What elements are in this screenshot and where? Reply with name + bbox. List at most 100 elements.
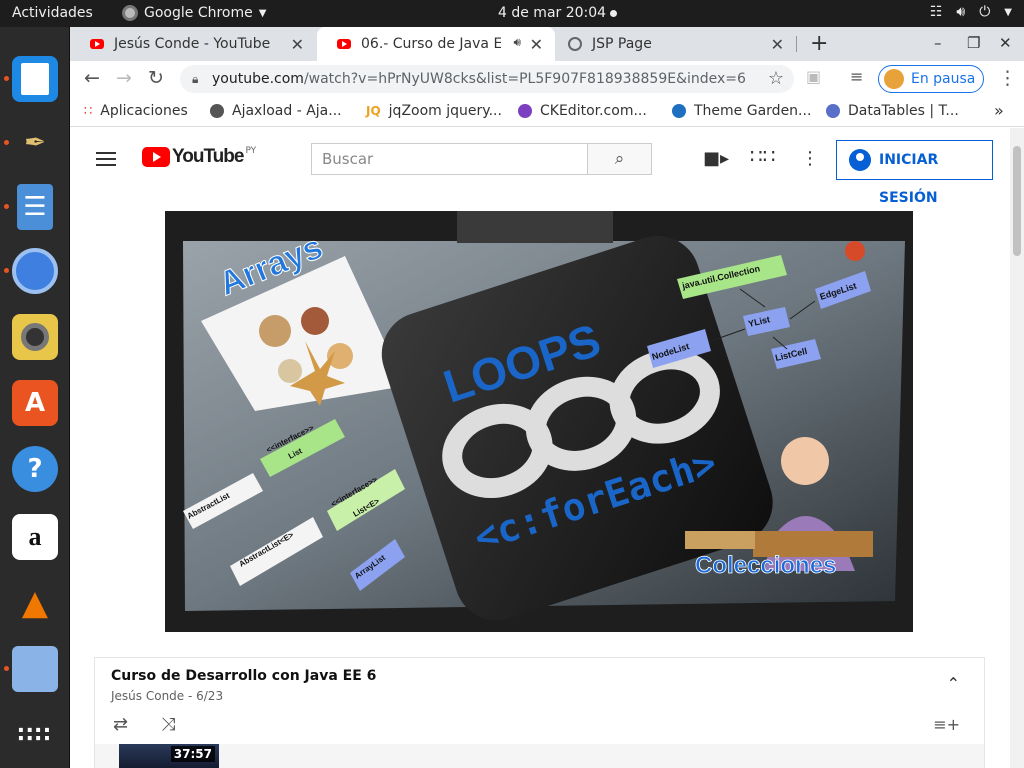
bookmark-label: DataTables | T... (848, 103, 959, 119)
activities-button[interactable]: Actividades (12, 5, 93, 21)
settings-more-icon[interactable]: ⋮ (801, 148, 819, 169)
bookmark-label: CKEditor.com... (540, 103, 647, 119)
new-tab-icon[interactable]: + (810, 31, 828, 56)
region-code: PY (245, 146, 257, 156)
close-tab-icon[interactable]: ✕ (530, 35, 543, 54)
volume-icon: 🔊︎ (956, 4, 966, 20)
close-tab-icon[interactable]: ✕ (291, 35, 304, 54)
youtube-favicon-icon (90, 39, 104, 49)
apps-grid-icon[interactable]: ∷∷ (750, 144, 775, 168)
app-menu[interactable]: Google Chrome ▼ (122, 5, 266, 21)
caret-down-icon: ▼ (1004, 7, 1012, 18)
loop-playlist-icon[interactable]: ⇄ (113, 714, 128, 735)
tab-title: 06.- Curso de Java EE. (361, 36, 501, 52)
dock-chromium-icon[interactable] (12, 248, 58, 294)
bookmark-ckeditor[interactable]: CKEditor.com... (518, 103, 647, 119)
save-playlist-icon[interactable]: ≡+ (933, 715, 960, 734)
power-icon: ⏻ (979, 4, 991, 20)
playlist-title[interactable]: Curso de Desarrollo con Java EE 6 (111, 668, 376, 684)
tab-title: Jesús Conde - YouTube (114, 36, 271, 52)
bookmark-jqzoom[interactable]: JQ jqZoom jquery... (366, 103, 502, 119)
running-indicator-icon (4, 140, 9, 145)
bookmark-theme-garden[interactable]: Theme Garden... (672, 103, 811, 119)
bookmark-datatables[interactable]: DataTables | T... (826, 103, 959, 119)
screen-top-bar (457, 211, 613, 243)
system-tray[interactable]: ☷ 🔊︎ ⏻ ▼ (930, 4, 1012, 20)
dock-amazon-icon[interactable]: a (12, 514, 58, 560)
profile-status: En pausa (911, 71, 976, 87)
close-tab-icon[interactable]: ✕ (771, 35, 784, 54)
dock-vlc-icon[interactable]: ▲ (12, 580, 58, 626)
gnome-top-bar: Actividades Google Chrome ▼ 4 de mar 20:… (0, 0, 1024, 27)
avatar (884, 69, 904, 89)
clock[interactable]: 4 de mar 20:04 (498, 5, 618, 21)
notification-dot-icon (610, 9, 618, 17)
search-input[interactable]: Buscar (311, 143, 588, 175)
dock-file-cabinet-icon[interactable]: ☰ (17, 184, 53, 230)
dock-rhythmbox-icon[interactable] (12, 314, 58, 360)
address-bar[interactable]: 🔒︎ youtube.com/watch?v=hPrNyUW8cks&list=… (180, 65, 794, 93)
clock-text: 4 de mar 20:04 (498, 5, 607, 21)
more-bookmarks-icon[interactable]: » (994, 101, 1004, 120)
video-player[interactable]: Arrays LOOPS <c:forEach> java.util.Colle… (165, 211, 913, 632)
sign-in-button[interactable]: INICIAR SESIÓN (836, 140, 993, 206)
browser-toolbar: ← → ↻ 🔒︎ youtube.com/watch?v=hPrNyUW8cks… (70, 61, 1024, 97)
tab-jsp-page[interactable]: JSP Page ✕ (548, 27, 796, 61)
restore-icon[interactable]: ❐ (967, 34, 980, 52)
shuffle-icon[interactable]: ⤨ (161, 714, 175, 735)
media-control-icon[interactable]: ≡ (850, 67, 863, 86)
app-menu-label: Google Chrome (144, 5, 253, 21)
colecciones-label: Colecciones (695, 552, 836, 579)
youtube-favicon-icon (337, 39, 351, 49)
network-icon: ☷ (929, 4, 943, 20)
bookmark-ajaxload[interactable]: Ajaxload - Aja... (210, 103, 342, 119)
running-indicator-icon (4, 666, 9, 671)
search-button[interactable]: ⌕ (587, 143, 652, 175)
playlist-panel: Curso de Desarrollo con Java EE 6 Jesús … (94, 657, 985, 768)
dock-software-center-icon[interactable]: A (12, 380, 58, 426)
tab-strip: Jesús Conde - YouTube ✕ 06.- Curso de Ja… (70, 27, 1024, 61)
youtube-wordmark: YouTube (172, 146, 244, 167)
youtube-page: YouTube PY Buscar ⌕ ■▸ ∷∷ ⋮ INICIAR SESI… (70, 128, 1010, 768)
bookmark-star-icon[interactable]: ☆ (768, 65, 784, 93)
datatables-icon (826, 104, 840, 118)
channel-watermark-icon (845, 241, 865, 261)
tab-jesus-conde[interactable]: Jesús Conde - YouTube ✕ (70, 27, 316, 61)
dock-gimp-icon[interactable]: ✒ (12, 120, 58, 166)
collapse-playlist-icon[interactable]: ⌃ (947, 674, 960, 693)
minimize-icon[interactable]: – (934, 34, 942, 52)
forward-icon[interactable]: → (116, 67, 132, 89)
reload-icon[interactable]: ↻ (148, 67, 164, 89)
page-scrollbar[interactable] (1010, 128, 1024, 768)
url-host: youtube.com (212, 71, 304, 87)
back-icon[interactable]: ← (84, 67, 100, 89)
bookmarks-bar: ∷ Aplicaciones Ajaxload - Aja... JQ jqZo… (70, 97, 1024, 127)
hamburger-menu-icon[interactable] (96, 152, 116, 166)
extension-icon[interactable]: ▣ (806, 67, 821, 86)
theme-garden-icon (672, 104, 686, 118)
bookmark-label: Aplicaciones (100, 103, 188, 119)
jqzoom-icon: JQ (366, 104, 381, 118)
create-video-icon[interactable]: ■▸ (703, 148, 729, 169)
youtube-logo[interactable]: YouTube PY (142, 146, 256, 168)
dock-virtualbox-icon[interactable] (12, 646, 58, 692)
scrollbar-thumb[interactable] (1013, 146, 1021, 256)
dock-help-icon[interactable]: ? (12, 446, 58, 492)
youtube-header: YouTube PY Buscar ⌕ ■▸ ∷∷ ⋮ INICIAR SESI… (70, 128, 1010, 206)
running-indicator-icon (4, 204, 9, 209)
chrome-menu-icon[interactable]: ⋮ (998, 67, 1017, 89)
playlist-item-thumbnail[interactable]: 37:57 (119, 744, 219, 768)
close-window-icon[interactable]: ✕ (999, 34, 1012, 52)
tab-curso-java[interactable]: 06.- Curso de Java EE. 🔊︎ ✕ (317, 27, 555, 61)
globe-icon (210, 104, 224, 118)
show-applications-icon[interactable]: ∷∷ (12, 712, 58, 758)
dock-image-viewer-icon[interactable] (12, 56, 58, 102)
video-thumbnail: Arrays LOOPS <c:forEach> java.util.Colle… (165, 211, 913, 632)
bookmark-apps[interactable]: ∷ Aplicaciones (84, 103, 188, 119)
profile-button[interactable]: En pausa (878, 65, 984, 93)
tab-separator (796, 36, 797, 52)
lock-icon: 🔒︎ (192, 72, 199, 86)
tab-title: JSP Page (592, 36, 652, 52)
url-path: /watch?v=hPrNyUW8cks&list=PL5F907F818938… (303, 71, 746, 87)
audio-playing-icon[interactable]: 🔊︎ (513, 35, 521, 50)
